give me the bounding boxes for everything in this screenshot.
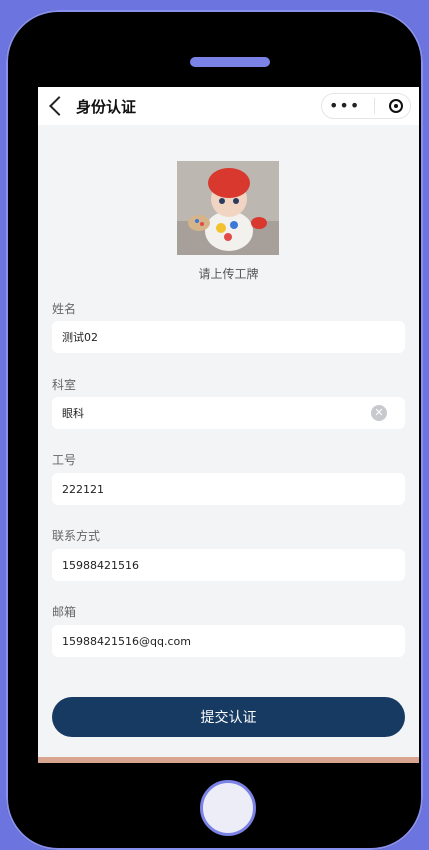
more-icon[interactable]: ••• bbox=[329, 98, 360, 114]
upload-label: 请上传工牌 bbox=[198, 267, 259, 281]
employee-id-label: 工号 bbox=[52, 453, 77, 467]
department-label: 科室 bbox=[52, 378, 77, 392]
name-label: 姓名 bbox=[52, 302, 77, 316]
department-field[interactable]: 眼科 ✕ bbox=[52, 397, 405, 429]
department-value: 眼科 bbox=[62, 407, 84, 420]
clear-icon[interactable]: ✕ bbox=[371, 405, 387, 421]
speaker-slot bbox=[190, 57, 270, 67]
home-button[interactable] bbox=[200, 780, 256, 836]
phone-frame: 身份认证 ••• 请上传工牌 姓名 测试02 科室 眼科 ✕ 工号 222121… bbox=[6, 10, 423, 850]
email-field[interactable]: 15988421516@qq.com bbox=[52, 625, 405, 657]
app-screen: 身份认证 ••• 请上传工牌 姓名 测试02 科室 眼科 ✕ 工号 222121… bbox=[38, 87, 419, 763]
page-title: 身份认证 bbox=[76, 97, 137, 116]
navbar: 身份认证 ••• bbox=[38, 87, 419, 125]
target-icon[interactable] bbox=[389, 99, 404, 113]
name-field[interactable]: 测试02 bbox=[52, 321, 405, 353]
bottom-strip bbox=[38, 757, 419, 763]
phone-label: 联系方式 bbox=[52, 529, 101, 543]
mini-program-capsule: ••• bbox=[321, 93, 411, 119]
employee-id-field[interactable]: 222121 bbox=[52, 473, 405, 505]
submit-button[interactable]: 提交认证 bbox=[52, 697, 405, 737]
capsule-divider bbox=[374, 98, 376, 114]
email-label: 邮箱 bbox=[52, 605, 77, 619]
toy-figure-image bbox=[177, 161, 279, 255]
phone-field[interactable]: 15988421516 bbox=[52, 549, 405, 581]
chevron-left-icon[interactable] bbox=[49, 96, 69, 116]
badge-photo-upload[interactable] bbox=[177, 161, 279, 255]
